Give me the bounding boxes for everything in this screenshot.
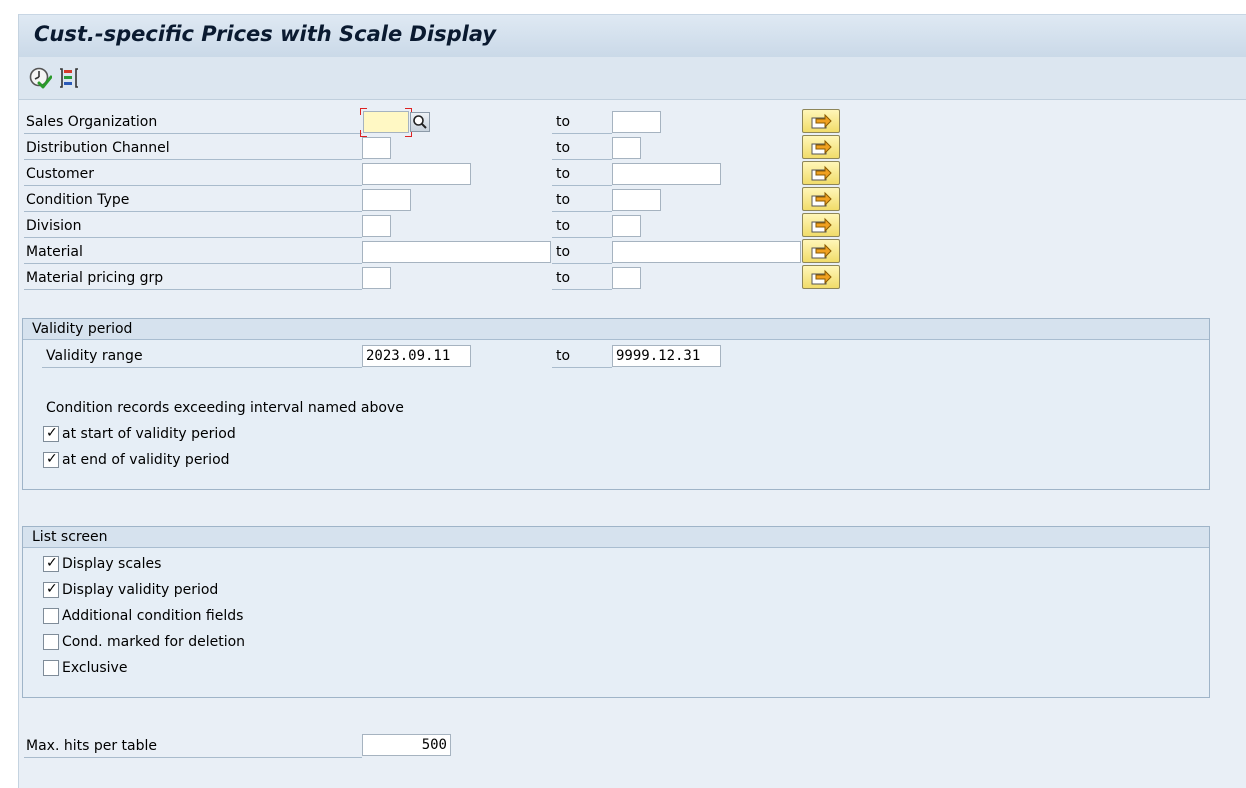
underline bbox=[24, 185, 362, 186]
group-title: Validity period bbox=[23, 319, 1209, 340]
cond-marked-for-deletion-label: Cond. marked for deletion bbox=[62, 634, 246, 650]
material-to-input[interactable] bbox=[612, 241, 801, 263]
underline bbox=[552, 159, 612, 160]
label-division: Division bbox=[26, 218, 82, 234]
to-label: to bbox=[556, 114, 571, 130]
execute-icon[interactable] bbox=[28, 66, 53, 90]
underline bbox=[24, 237, 362, 238]
multiple-selection-arrow-icon bbox=[811, 269, 832, 285]
underline bbox=[552, 367, 612, 368]
cond-marked-for-deletion-checkbox[interactable] bbox=[43, 634, 59, 650]
display-scales-checkbox[interactable]: ✓ bbox=[43, 555, 59, 572]
selection-options-icon[interactable] bbox=[57, 66, 81, 90]
multiple-selection-arrow-icon bbox=[811, 217, 832, 233]
checkmark-icon: ✓ bbox=[46, 555, 58, 571]
underline bbox=[552, 289, 612, 290]
multiple-selection-button[interactable] bbox=[802, 187, 840, 211]
max-hits-input[interactable]: 500 bbox=[362, 734, 451, 756]
division-to-input[interactable] bbox=[612, 215, 641, 237]
to-label: to bbox=[556, 166, 571, 182]
material-from-input[interactable] bbox=[362, 241, 551, 263]
underline bbox=[24, 289, 362, 290]
multiple-selection-button[interactable] bbox=[802, 239, 840, 263]
to-label: to bbox=[556, 140, 571, 156]
validity-to-input[interactable]: 9999.12.31 bbox=[612, 345, 721, 367]
multiple-selection-arrow-icon bbox=[811, 139, 832, 155]
label-distribution-channel: Distribution Channel bbox=[26, 140, 170, 156]
checkmark-icon: ✓ bbox=[46, 451, 58, 467]
multiple-selection-button[interactable] bbox=[802, 161, 840, 185]
search-help-button[interactable] bbox=[410, 112, 430, 132]
exclusive-label: Exclusive bbox=[62, 660, 128, 676]
underline bbox=[552, 133, 612, 134]
at-start-checkbox[interactable]: ✓ bbox=[43, 425, 59, 442]
underline bbox=[24, 757, 362, 758]
exceed-interval-text: Condition records exceeding interval nam… bbox=[46, 400, 404, 416]
at-end-label: at end of validity period bbox=[62, 452, 230, 468]
label-max-hits: Max. hits per table bbox=[26, 738, 158, 754]
multiple-selection-arrow-icon bbox=[811, 243, 832, 259]
to-label: to bbox=[556, 270, 571, 286]
required-marker bbox=[360, 130, 367, 137]
multiple-selection-button[interactable] bbox=[802, 213, 840, 237]
underline bbox=[24, 159, 362, 160]
page-title: Cust.-specific Prices with Scale Display bbox=[34, 22, 497, 46]
division-from-input[interactable] bbox=[362, 215, 391, 237]
required-marker bbox=[360, 108, 367, 115]
underline bbox=[24, 133, 362, 134]
exclusive-checkbox[interactable] bbox=[43, 660, 59, 676]
distribution-channel-to-input[interactable] bbox=[612, 137, 641, 159]
label-condition-type: Condition Type bbox=[26, 192, 130, 208]
customer-from-input[interactable] bbox=[362, 163, 471, 185]
additional-condition-fields-checkbox[interactable] bbox=[43, 608, 59, 624]
underline bbox=[552, 237, 612, 238]
label-customer: Customer bbox=[26, 166, 95, 182]
checkmark-icon: ✓ bbox=[46, 425, 58, 441]
underline bbox=[552, 185, 612, 186]
underline bbox=[24, 263, 362, 264]
multiple-selection-arrow-icon bbox=[811, 113, 832, 129]
sales-organization-from-input[interactable] bbox=[363, 111, 409, 133]
search-icon bbox=[413, 115, 427, 129]
group-title: List screen bbox=[23, 527, 1209, 548]
condition-type-from-input[interactable] bbox=[362, 189, 411, 211]
at-end-checkbox[interactable]: ✓ bbox=[43, 451, 59, 468]
at-start-label: at start of validity period bbox=[62, 426, 236, 442]
multiple-selection-arrow-icon bbox=[811, 165, 832, 181]
screen-frame: Cust.-specific Prices with Scale Display… bbox=[18, 14, 1246, 788]
label-validity-range: Validity range bbox=[46, 348, 143, 364]
label-material: Material bbox=[26, 244, 83, 260]
sales-organization-to-input[interactable] bbox=[612, 111, 661, 133]
display-validity-period-checkbox[interactable]: ✓ bbox=[43, 581, 59, 598]
to-label: to bbox=[556, 244, 571, 260]
label-material-pricing-grp: Material pricing grp bbox=[26, 270, 164, 286]
customer-to-input[interactable] bbox=[612, 163, 721, 185]
checkmark-icon: ✓ bbox=[46, 581, 58, 597]
display-scales-label: Display scales bbox=[62, 556, 162, 572]
underline bbox=[552, 263, 612, 264]
label-sales-organization: Sales Organization bbox=[26, 114, 158, 130]
to-label: to bbox=[556, 348, 571, 364]
material-pricing-grp-to-input[interactable] bbox=[612, 267, 641, 289]
multiple-selection-button[interactable] bbox=[802, 109, 840, 133]
to-label: to bbox=[556, 192, 571, 208]
display-validity-period-label: Display validity period bbox=[62, 582, 219, 598]
additional-condition-fields-label: Additional condition fields bbox=[62, 608, 244, 624]
distribution-channel-from-input[interactable] bbox=[362, 137, 391, 159]
multiple-selection-button[interactable] bbox=[802, 265, 840, 289]
multiple-selection-arrow-icon bbox=[811, 191, 832, 207]
to-label: to bbox=[556, 218, 571, 234]
material-pricing-grp-from-input[interactable] bbox=[362, 267, 391, 289]
validity-from-input[interactable]: 2023.09.11 bbox=[362, 345, 471, 367]
condition-type-to-input[interactable] bbox=[612, 189, 661, 211]
application-toolbar bbox=[19, 57, 1246, 100]
underline bbox=[552, 211, 612, 212]
title-bar: Cust.-specific Prices with Scale Display bbox=[19, 14, 1246, 58]
underline bbox=[24, 211, 362, 212]
underline bbox=[42, 367, 362, 368]
multiple-selection-button[interactable] bbox=[802, 135, 840, 159]
